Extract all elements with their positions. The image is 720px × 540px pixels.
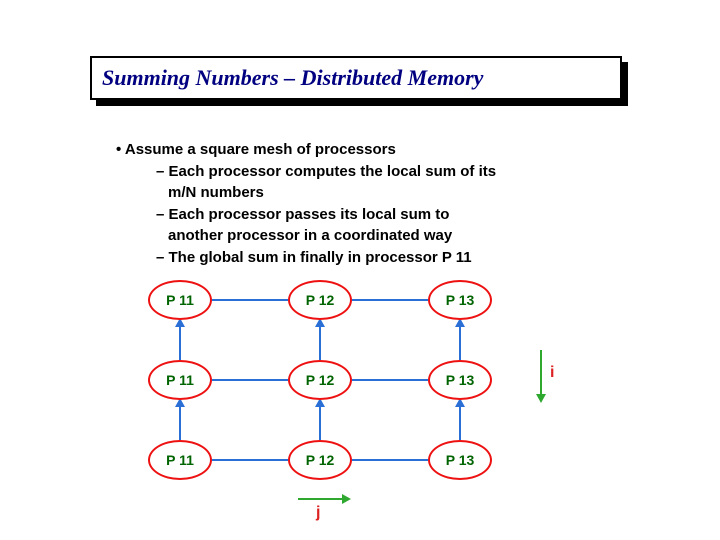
node-label: P 13 <box>446 292 475 308</box>
mesh-diagram: P 11 P 12 P 13 P 11 P 12 P 13 P 11 P 12 … <box>148 280 588 530</box>
node-label: P 11 <box>166 452 194 468</box>
node-label: P 11 <box>166 292 194 308</box>
mesh-edge-h <box>352 459 428 461</box>
arrow-right-icon <box>342 494 351 504</box>
slide-title: Summing Numbers – Distributed Memory <box>102 65 483 91</box>
bullet-level2-cont: another processor in a coordinated way <box>168 226 636 246</box>
mesh-node: P 12 <box>288 360 352 400</box>
node-label: P 11 <box>166 372 194 388</box>
mesh-node: P 13 <box>428 280 492 320</box>
bullet-text: • Assume a square mesh of processors – E… <box>116 140 636 269</box>
arrow-down-icon <box>536 394 546 403</box>
mesh-edge-v <box>179 326 181 360</box>
bullet-level2: – Each processor computes the local sum … <box>156 162 636 182</box>
node-label: P 13 <box>446 372 475 388</box>
mesh-edge-v <box>459 326 461 360</box>
mesh-edge-h <box>352 379 428 381</box>
mesh-edge-h <box>352 299 428 301</box>
mesh-edge-h <box>212 459 288 461</box>
mesh-node: P 12 <box>288 440 352 480</box>
mesh-node: P 13 <box>428 360 492 400</box>
axis-j-line <box>298 498 342 500</box>
node-label: P 12 <box>306 452 335 468</box>
mesh-node: P 11 <box>148 440 212 480</box>
mesh-edge-h <box>212 379 288 381</box>
bullet-level2: – Each processor passes its local sum to <box>156 205 636 225</box>
bullet-level2: – The global sum in finally in processor… <box>156 248 636 268</box>
axis-j-label: j <box>316 504 320 522</box>
mesh-edge-v <box>319 326 321 360</box>
bullet-level1: • Assume a square mesh of processors <box>116 140 636 160</box>
bullet-level2-cont: m/N numbers <box>168 183 636 203</box>
mesh-edge-v <box>179 406 181 440</box>
mesh-node: P 11 <box>148 360 212 400</box>
title-box: Summing Numbers – Distributed Memory <box>90 56 622 100</box>
node-label: P 13 <box>446 452 475 468</box>
mesh-node: P 11 <box>148 280 212 320</box>
mesh-node: P 13 <box>428 440 492 480</box>
node-label: P 12 <box>306 372 335 388</box>
node-label: P 12 <box>306 292 335 308</box>
slide: Summing Numbers – Distributed Memory • A… <box>0 0 720 540</box>
mesh-edge-v <box>319 406 321 440</box>
axis-i-label: i <box>550 364 554 382</box>
mesh-edge-v <box>459 406 461 440</box>
axis-i-line <box>540 350 542 394</box>
mesh-node: P 12 <box>288 280 352 320</box>
mesh-edge-h <box>212 299 288 301</box>
